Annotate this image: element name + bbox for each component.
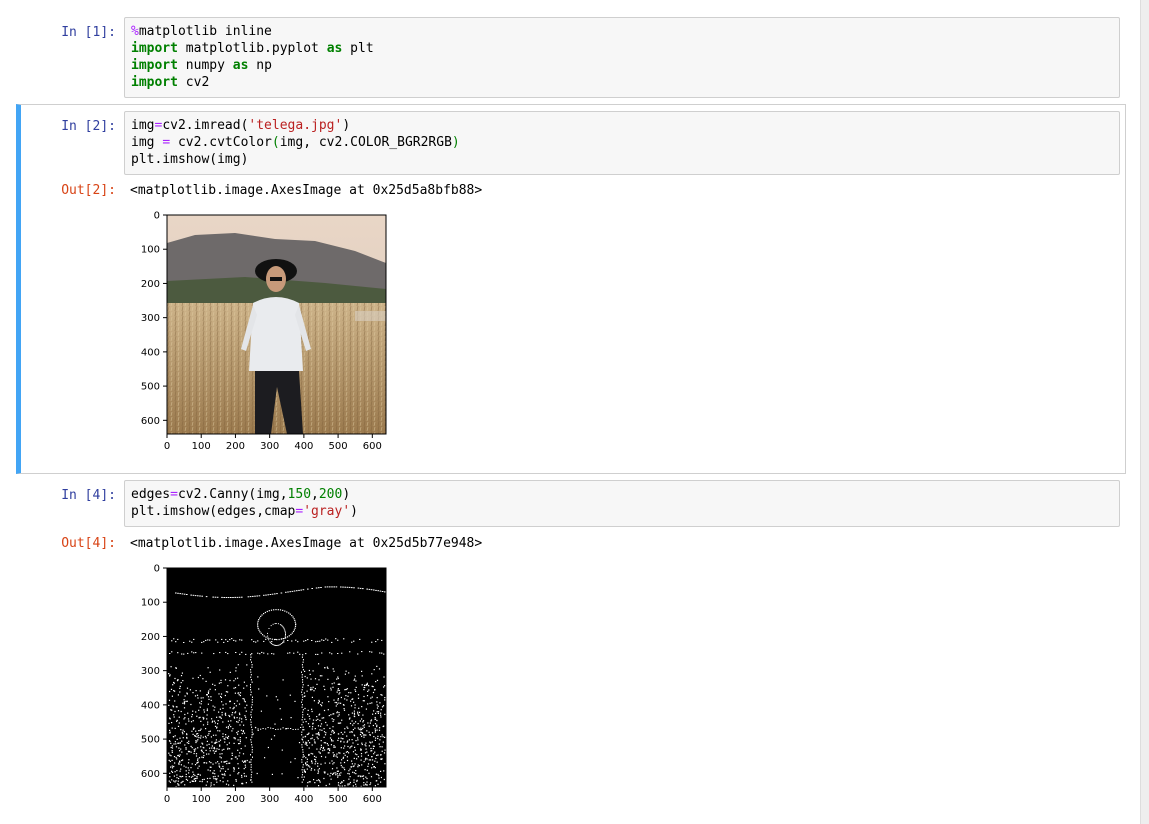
input-prompt: In [1]: bbox=[61, 25, 116, 40]
y-tick-label: 100 bbox=[141, 245, 160, 256]
code-token: 'telega.jpg' bbox=[248, 118, 343, 133]
x-tick-label: 500 bbox=[329, 441, 348, 452]
x-tick-label: 600 bbox=[363, 794, 382, 805]
output-text: <matplotlib.image.AxesImage at 0x25d5a8b… bbox=[130, 183, 483, 198]
y-tick-label: 500 bbox=[141, 382, 160, 393]
code-lines: %matplotlib inline import matplotlib.pypl… bbox=[131, 23, 1113, 91]
code-token: % bbox=[131, 24, 139, 39]
y-axis: 0 100 200 300 400 500 600 bbox=[141, 211, 167, 427]
code-token: as bbox=[326, 41, 343, 56]
code-line: plt.imshow(edges,cmap='gray') bbox=[131, 503, 1113, 520]
y-tick-label: 600 bbox=[141, 416, 160, 427]
code-lines: img=cv2.imread('telega.jpg') img = cv2.cv… bbox=[131, 117, 1113, 168]
y-tick-label: 0 bbox=[154, 564, 160, 575]
code-token: import bbox=[131, 75, 178, 90]
code-token: ) bbox=[342, 118, 351, 133]
photo-image bbox=[167, 215, 386, 434]
x-tick-label: 200 bbox=[226, 794, 245, 805]
x-tick-label: 500 bbox=[329, 794, 348, 805]
code-token: img bbox=[131, 135, 163, 150]
y-axis: 0 100 200 300 400 500 600 bbox=[141, 564, 167, 780]
x-tick-label: 300 bbox=[260, 794, 279, 805]
y-tick-label: 400 bbox=[141, 347, 160, 358]
y-tick-label: 300 bbox=[141, 666, 160, 677]
y-tick-label: 100 bbox=[141, 598, 160, 609]
y-tick-label: 500 bbox=[141, 735, 160, 746]
code-token: = bbox=[170, 487, 178, 502]
notebook: In [1]: %matplotlib inline import matplot… bbox=[0, 0, 1140, 824]
x-tick-label: 100 bbox=[192, 441, 211, 452]
code-token: cv2.Canny(img, bbox=[177, 487, 288, 502]
code-token: ( bbox=[271, 135, 280, 150]
code-token: edges bbox=[131, 487, 171, 502]
output-prompt: Out[2]: bbox=[61, 183, 116, 198]
code-line: img = cv2.cvtColor(img, cv2.COLOR_BGR2RG… bbox=[131, 134, 1113, 151]
y-tick-label: 0 bbox=[154, 211, 160, 222]
code-token: img bbox=[131, 118, 155, 133]
x-tick-label: 400 bbox=[294, 441, 313, 452]
code-token: plt.imshow(img) bbox=[131, 152, 249, 167]
code-token: np bbox=[248, 58, 272, 73]
code-line: %matplotlib inline bbox=[131, 23, 1113, 40]
code-cell-1[interactable]: In [1]: %matplotlib inline import matplot… bbox=[16, 17, 1126, 99]
code-token: cv2 bbox=[177, 75, 210, 90]
x-tick-label: 0 bbox=[164, 441, 170, 452]
code-cell-2[interactable]: In [2]: img=cv2.imread('telega.jpg') img … bbox=[16, 104, 1126, 474]
code-line: plt.imshow(img) bbox=[131, 151, 1113, 168]
output-text: <matplotlib.image.AxesImage at 0x25d5b77… bbox=[130, 536, 483, 551]
code-editor[interactable]: edges=cv2.Canny(img,150,200) plt.imshow(e… bbox=[124, 480, 1120, 527]
x-tick-label: 0 bbox=[164, 794, 170, 805]
edges-image bbox=[167, 568, 386, 787]
x-tick-label: 400 bbox=[294, 794, 313, 805]
code-lines: edges=cv2.Canny(img,150,200) plt.imshow(e… bbox=[131, 486, 1113, 520]
code-line: import matplotlib.pyplot as plt bbox=[131, 40, 1113, 57]
code-token: import bbox=[131, 58, 178, 73]
code-line: edges=cv2.Canny(img,150,200) bbox=[131, 486, 1113, 503]
y-tick-label: 400 bbox=[141, 700, 160, 711]
code-token: ) bbox=[350, 504, 358, 519]
output-prompt: Out[4]: bbox=[61, 536, 116, 551]
x-tick-label: 600 bbox=[363, 441, 382, 452]
code-token: cv2.cvtColor bbox=[170, 135, 272, 150]
code-token: plt.imshow(edges,cmap bbox=[131, 504, 296, 519]
scrollbar[interactable] bbox=[1140, 0, 1149, 824]
photo-plot: 0 100 200 300 400 500 600 0 100 200 300 400 500 600 bbox=[141, 211, 387, 452]
code-token: 200 bbox=[318, 487, 343, 502]
code-line: img=cv2.imread('telega.jpg') bbox=[131, 117, 1113, 134]
code-line: import numpy as np bbox=[131, 57, 1113, 74]
x-tick-label: 300 bbox=[260, 441, 279, 452]
code-token: 150 bbox=[287, 487, 312, 502]
input-prompt: In [4]: bbox=[61, 488, 116, 503]
code-token: matplotlib inline bbox=[138, 24, 272, 39]
code-line: import cv2 bbox=[131, 74, 1113, 91]
y-tick-label: 200 bbox=[141, 279, 160, 290]
y-tick-label: 600 bbox=[141, 769, 160, 780]
edges-plot: 0 100 200 300 400 500 600 0 100 200 300 400 500 600 bbox=[141, 564, 387, 805]
y-tick-label: 300 bbox=[141, 313, 160, 324]
code-token: 'gray' bbox=[303, 504, 351, 519]
x-tick-label: 100 bbox=[192, 794, 211, 805]
code-token: plt bbox=[342, 41, 374, 56]
code-token: numpy bbox=[177, 58, 233, 73]
input-prompt: In [2]: bbox=[61, 119, 116, 134]
code-cell-4[interactable]: In [4]: edges=cv2.Canny(img,150,200) plt.… bbox=[16, 480, 1126, 824]
code-token: cv2.imread( bbox=[162, 118, 249, 133]
code-token: ) bbox=[451, 135, 460, 150]
code-token: ) bbox=[342, 487, 351, 502]
code-token: , bbox=[311, 487, 319, 502]
x-axis: 0 100 200 300 400 500 600 bbox=[164, 434, 382, 452]
x-axis: 0 100 200 300 400 500 600 bbox=[164, 787, 382, 805]
code-token: import bbox=[131, 41, 178, 56]
x-tick-label: 200 bbox=[226, 441, 245, 452]
code-token: as bbox=[232, 58, 249, 73]
code-token: img, cv2.COLOR_BGR2RGB bbox=[279, 135, 452, 150]
code-token: matplotlib.pyplot bbox=[177, 41, 327, 56]
code-token: = bbox=[162, 135, 171, 150]
y-tick-label: 200 bbox=[141, 632, 160, 643]
code-editor[interactable]: img=cv2.imread('telega.jpg') img = cv2.cv… bbox=[124, 111, 1120, 175]
code-editor[interactable]: %matplotlib inline import matplotlib.pypl… bbox=[124, 17, 1120, 98]
